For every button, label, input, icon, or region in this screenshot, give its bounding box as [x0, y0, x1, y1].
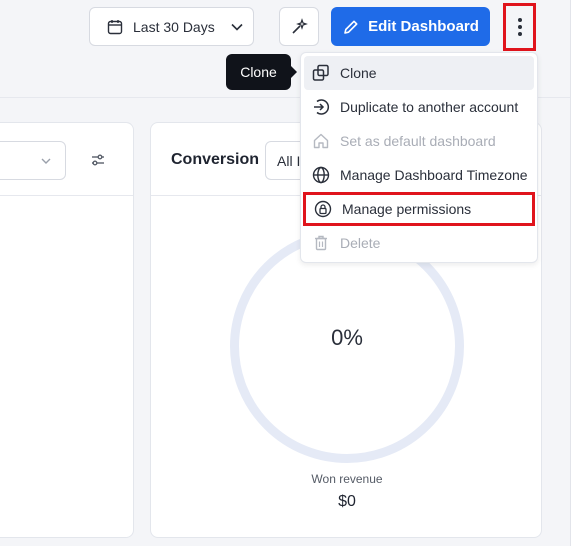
menu-item-manage-permissions[interactable]: Manage permissions	[303, 192, 535, 226]
menu-item-label: Clone	[340, 65, 377, 81]
home-icon	[312, 132, 330, 150]
chevron-down-icon	[37, 152, 55, 170]
pencil-icon	[342, 18, 360, 36]
globe-icon	[312, 166, 330, 184]
chevron-down-icon	[230, 20, 244, 34]
magic-wand-button[interactable]	[279, 7, 319, 46]
menu-item-label: Set as default dashboard	[340, 133, 496, 149]
scrollbar-track[interactable]	[570, 0, 576, 546]
menu-item-delete: Delete	[304, 226, 534, 260]
conversion-filter-value: All I	[277, 152, 301, 169]
clone-tooltip: Clone	[226, 54, 297, 90]
left-widget-card	[0, 122, 134, 538]
more-options-button[interactable]	[503, 3, 536, 51]
more-options-menu: Clone Duplicate to another account Set a…	[300, 52, 538, 263]
menu-item-label: Manage permissions	[342, 201, 472, 217]
won-revenue-value: $0	[338, 493, 356, 510]
menu-item-label: Duplicate to another account	[340, 99, 519, 115]
clone-icon	[312, 64, 330, 82]
won-revenue-label: Won revenue	[311, 472, 383, 486]
magic-wand-icon	[290, 17, 308, 36]
menu-item-clone[interactable]: Clone	[304, 56, 534, 90]
left-widget-select[interactable]	[0, 141, 66, 180]
edit-dashboard-button[interactable]: Edit Dashboard	[331, 7, 490, 46]
date-range-button[interactable]: Last 30 Days	[89, 7, 254, 46]
lock-icon	[314, 200, 332, 218]
menu-item-label: Delete	[340, 235, 381, 251]
menu-item-set-default: Set as default dashboard	[304, 124, 534, 158]
trash-icon	[312, 234, 330, 252]
card-divider	[0, 195, 133, 196]
kebab-menu-icon	[511, 18, 529, 36]
conversion-title: Conversion	[171, 151, 260, 168]
menu-item-label: Manage Dashboard Timezone	[340, 167, 528, 183]
conversion-percentage: 0%	[331, 325, 363, 350]
filter-settings-icon[interactable]	[89, 151, 107, 169]
date-range-label: Last 30 Days	[133, 18, 215, 35]
tooltip-text: Clone	[240, 64, 277, 80]
menu-item-duplicate[interactable]: Duplicate to another account	[304, 90, 534, 124]
duplicate-arrow-icon	[312, 98, 330, 116]
edit-dashboard-label: Edit Dashboard	[368, 18, 479, 35]
calendar-icon	[106, 18, 124, 36]
menu-item-timezone[interactable]: Manage Dashboard Timezone	[304, 158, 534, 192]
